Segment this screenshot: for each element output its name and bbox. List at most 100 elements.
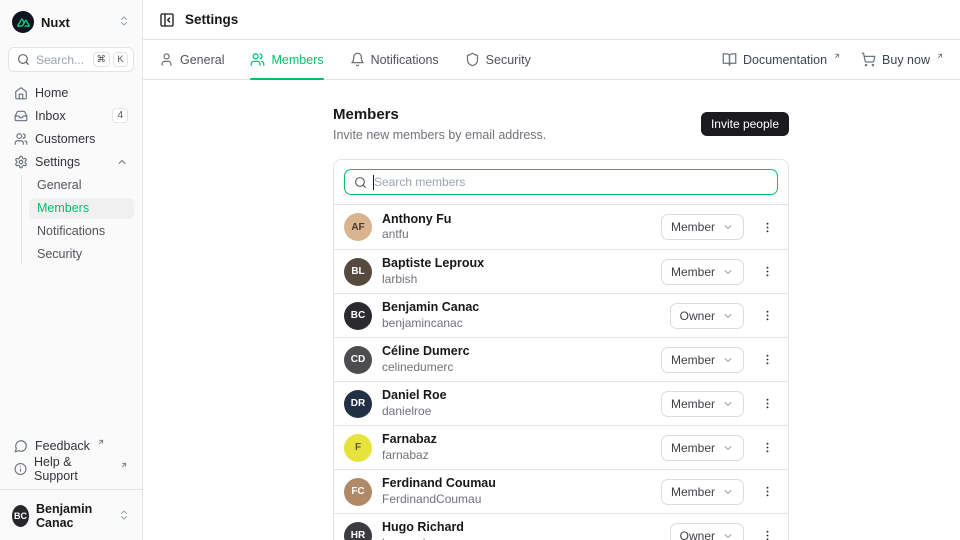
- avatar: BC: [12, 505, 29, 527]
- sidebar-subitem-security[interactable]: Security: [29, 244, 134, 265]
- members-search-field: [344, 169, 778, 195]
- members-card: AF Anthony Fu antfu Member BL Baptiste L…: [333, 159, 789, 540]
- sidebar-subitem-notifications[interactable]: Notifications: [29, 221, 134, 242]
- search-icon: [354, 176, 367, 189]
- sidebar-item-customers[interactable]: Customers: [8, 128, 134, 149]
- users-icon: [14, 132, 28, 146]
- section-title: Members: [333, 106, 546, 123]
- chevron-up-icon: [116, 156, 128, 168]
- member-avatar: FC: [344, 478, 372, 506]
- member-role-select[interactable]: Member: [661, 214, 744, 240]
- sidebar: Nuxt Search... ⌘ K Home Inbox 4: [0, 0, 143, 540]
- member-actions-menu-icon[interactable]: [757, 263, 778, 280]
- member-name: Ferdinand Coumau: [382, 477, 496, 491]
- book-open-icon: [722, 52, 737, 67]
- member-avatar: HR: [344, 522, 372, 540]
- sidebar-subitem-general[interactable]: General: [29, 175, 134, 196]
- sidebar-nav: Home Inbox 4 Customers Settings: [8, 82, 134, 265]
- chevron-down-icon: [722, 530, 734, 540]
- sidebar-item-label: Inbox: [35, 109, 66, 123]
- message-circle-icon: [14, 439, 28, 453]
- shield-icon: [465, 52, 480, 67]
- user-menu[interactable]: BC Benjamin Canac: [8, 500, 134, 532]
- team-switcher[interactable]: Nuxt: [8, 9, 134, 35]
- global-search-input[interactable]: Search... ⌘ K: [8, 47, 134, 72]
- collapse-sidebar-icon[interactable]: [159, 12, 175, 28]
- member-actions-menu-icon[interactable]: [757, 483, 778, 500]
- tab-security[interactable]: Security: [465, 40, 531, 79]
- tab-general[interactable]: General: [159, 40, 224, 79]
- user-icon: [159, 52, 174, 67]
- member-actions-menu-icon[interactable]: [757, 395, 778, 412]
- member-role-value: Member: [671, 220, 715, 234]
- search-placeholder: Search...: [36, 53, 87, 67]
- member-avatar: F: [344, 434, 372, 462]
- member-row: AF Anthony Fu antfu Member: [334, 205, 788, 249]
- text-caret: [373, 175, 374, 190]
- help-support-link[interactable]: Help & Support: [8, 458, 134, 479]
- member-row: BL Baptiste Leproux larbish Member: [334, 249, 788, 293]
- member-actions-menu-icon[interactable]: [757, 439, 778, 456]
- member-username: larbish: [382, 273, 484, 286]
- sidebar-subitem-members[interactable]: Members: [29, 198, 134, 219]
- inbox-icon: [14, 109, 28, 123]
- members-search-input[interactable]: [345, 170, 777, 194]
- member-role-value: Member: [671, 353, 715, 367]
- member-role-value: Member: [671, 441, 715, 455]
- chevron-down-icon: [722, 310, 734, 322]
- tab-members[interactable]: Members: [250, 40, 323, 79]
- buy-now-link[interactable]: Buy now: [861, 40, 944, 79]
- member-role-value: Owner: [680, 309, 715, 323]
- chevron-down-icon: [722, 398, 734, 410]
- sidebar-item-settings[interactable]: Settings: [8, 151, 134, 172]
- app-window: Nuxt Search... ⌘ K Home Inbox 4: [0, 0, 960, 540]
- page-header: Settings: [143, 0, 960, 40]
- shopping-cart-icon: [861, 52, 876, 67]
- search-icon: [17, 53, 30, 66]
- member-avatar: AF: [344, 213, 372, 241]
- member-row: CD Céline Dumerc celinedumerc Member: [334, 337, 788, 381]
- member-role-select[interactable]: Member: [661, 435, 744, 461]
- buy-now-label: Buy now: [882, 53, 930, 67]
- members-section-header: Members Invite new members by email addr…: [333, 106, 789, 142]
- invite-people-button[interactable]: Invite people: [701, 112, 789, 136]
- settings-subnav: General Members Notifications Security: [21, 175, 134, 265]
- sidebar-item-home[interactable]: Home: [8, 82, 134, 103]
- member-name: Hugo Richard: [382, 521, 464, 535]
- member-name: Céline Dumerc: [382, 345, 470, 359]
- member-actions-menu-icon[interactable]: [757, 307, 778, 324]
- external-link-icon: [936, 49, 944, 63]
- member-role-select[interactable]: Member: [661, 391, 744, 417]
- chevron-down-icon: [722, 221, 734, 233]
- team-name: Nuxt: [41, 15, 70, 30]
- documentation-label: Documentation: [743, 53, 827, 67]
- inbox-count-badge: 4: [112, 108, 128, 123]
- sidebar-item-inbox[interactable]: Inbox 4: [8, 105, 134, 126]
- k-key: K: [113, 52, 128, 67]
- documentation-link[interactable]: Documentation: [722, 40, 841, 79]
- main-area: Settings General Members Notifications: [143, 0, 960, 540]
- member-actions-menu-icon[interactable]: [757, 527, 778, 540]
- cmd-key: ⌘: [93, 52, 111, 67]
- external-link-icon: [97, 435, 105, 449]
- chevron-down-icon: [722, 354, 734, 366]
- member-role-select[interactable]: Owner: [670, 303, 744, 329]
- member-role-select[interactable]: Member: [661, 347, 744, 373]
- tab-label: Notifications: [371, 53, 439, 67]
- member-actions-menu-icon[interactable]: [757, 219, 778, 236]
- member-role-value: Member: [671, 397, 715, 411]
- member-username: danielroe: [382, 405, 447, 418]
- member-role-select[interactable]: Member: [661, 479, 744, 505]
- tab-notifications[interactable]: Notifications: [350, 40, 439, 79]
- chevron-down-icon: [722, 486, 734, 498]
- gear-icon: [14, 155, 28, 169]
- info-icon: [14, 462, 27, 476]
- member-name: Farnabaz: [382, 433, 437, 447]
- member-username: celinedumerc: [382, 361, 470, 374]
- member-username: farnabaz: [382, 449, 437, 462]
- member-role-select[interactable]: Owner: [670, 523, 744, 540]
- member-actions-menu-icon[interactable]: [757, 351, 778, 368]
- feedback-link[interactable]: Feedback: [8, 435, 134, 456]
- member-username: antfu: [382, 228, 451, 241]
- member-role-select[interactable]: Member: [661, 259, 744, 285]
